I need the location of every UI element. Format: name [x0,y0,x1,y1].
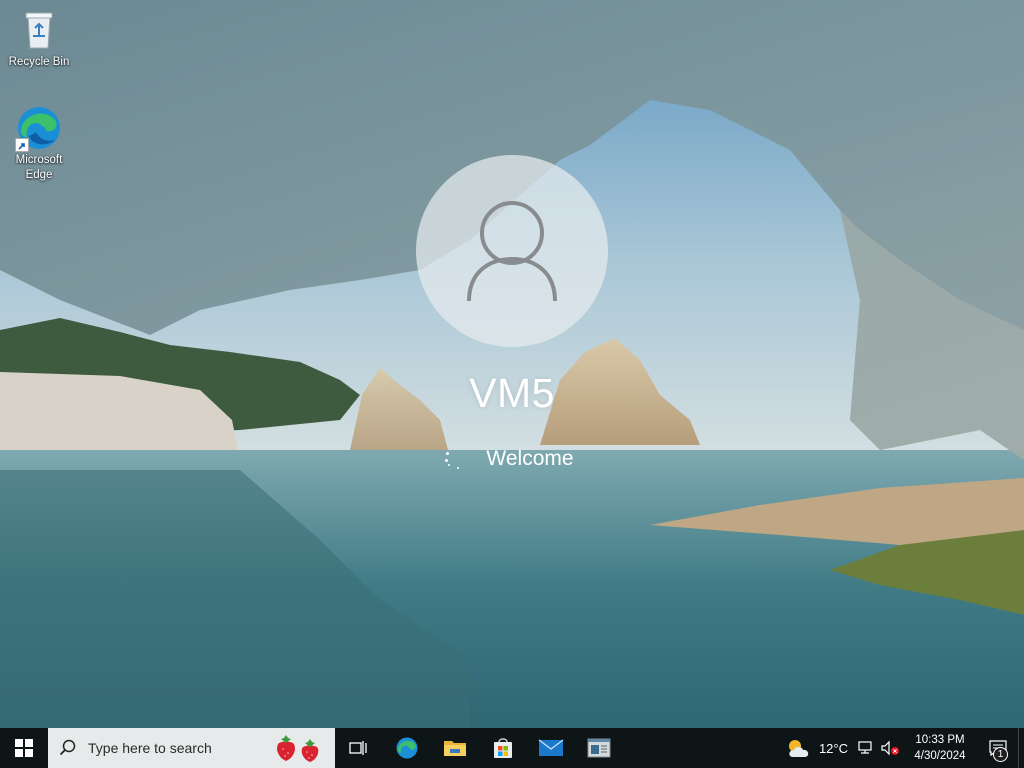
user-avatar [416,155,608,347]
microsoft-edge-desktop-icon[interactable]: Microsoft Edge [1,104,77,183]
show-desktop-button[interactable] [1018,728,1024,768]
taskbar-search-box[interactable]: Type here to search [48,728,335,768]
search-icon [48,728,88,768]
network-icon [858,741,872,754]
recycle-bin-label: Recycle Bin [8,56,70,68]
desktop-wallpaper [0,0,1024,728]
taskbar-edge-button[interactable] [383,728,431,768]
user-name: VM5 [469,370,555,416]
taskbar-mail-button[interactable] [527,728,575,768]
edge-icon [15,104,63,152]
microsoft-edge-label: Microsoft Edge [15,154,63,181]
weather-temperature: 12°C [818,740,848,756]
partly-cloudy-icon [788,740,809,757]
window-app-icon [587,738,611,758]
search-placeholder: Type here to search [88,740,212,756]
task-view-icon [349,741,367,755]
taskbar-file-explorer-button[interactable] [431,728,479,768]
strawberry-search-highlight-icon [273,733,325,763]
notification-count-badge: 1 [993,747,1008,762]
taskbar: Type here to search 12°C 10:33 PM 4/30/2… [0,728,1024,768]
weather-widget[interactable]: 12°C [779,728,854,768]
clock-date: 4/30/2024 [914,750,966,762]
system-tray: 12°C 10:33 PM 4/30/2024 1 [779,728,1024,768]
recycle-bin-icon [15,6,63,54]
taskbar-clock[interactable]: 10:33 PM 4/30/2024 [902,732,978,764]
action-center-button[interactable]: 1 [978,728,1018,768]
clock-time: 10:33 PM [915,734,965,746]
welcome-status-text: Welcome [486,447,574,470]
folder-icon [444,741,466,756]
network-button[interactable] [854,728,878,768]
recycle-bin-desktop-icon[interactable]: Recycle Bin [1,6,77,70]
user-avatar-icon [467,201,557,302]
volume-muted-icon [881,740,899,756]
taskbar-app-button[interactable] [575,728,623,768]
windows-start-icon [15,739,33,757]
start-button[interactable] [0,728,48,768]
loading-spinner [440,449,460,475]
volume-button[interactable] [878,728,902,768]
taskbar-store-button[interactable] [479,728,527,768]
edge-icon [396,737,418,759]
store-icon [494,738,512,758]
mail-icon [538,739,564,756]
task-view-button[interactable] [335,728,383,768]
shortcut-arrow-icon [15,138,29,152]
